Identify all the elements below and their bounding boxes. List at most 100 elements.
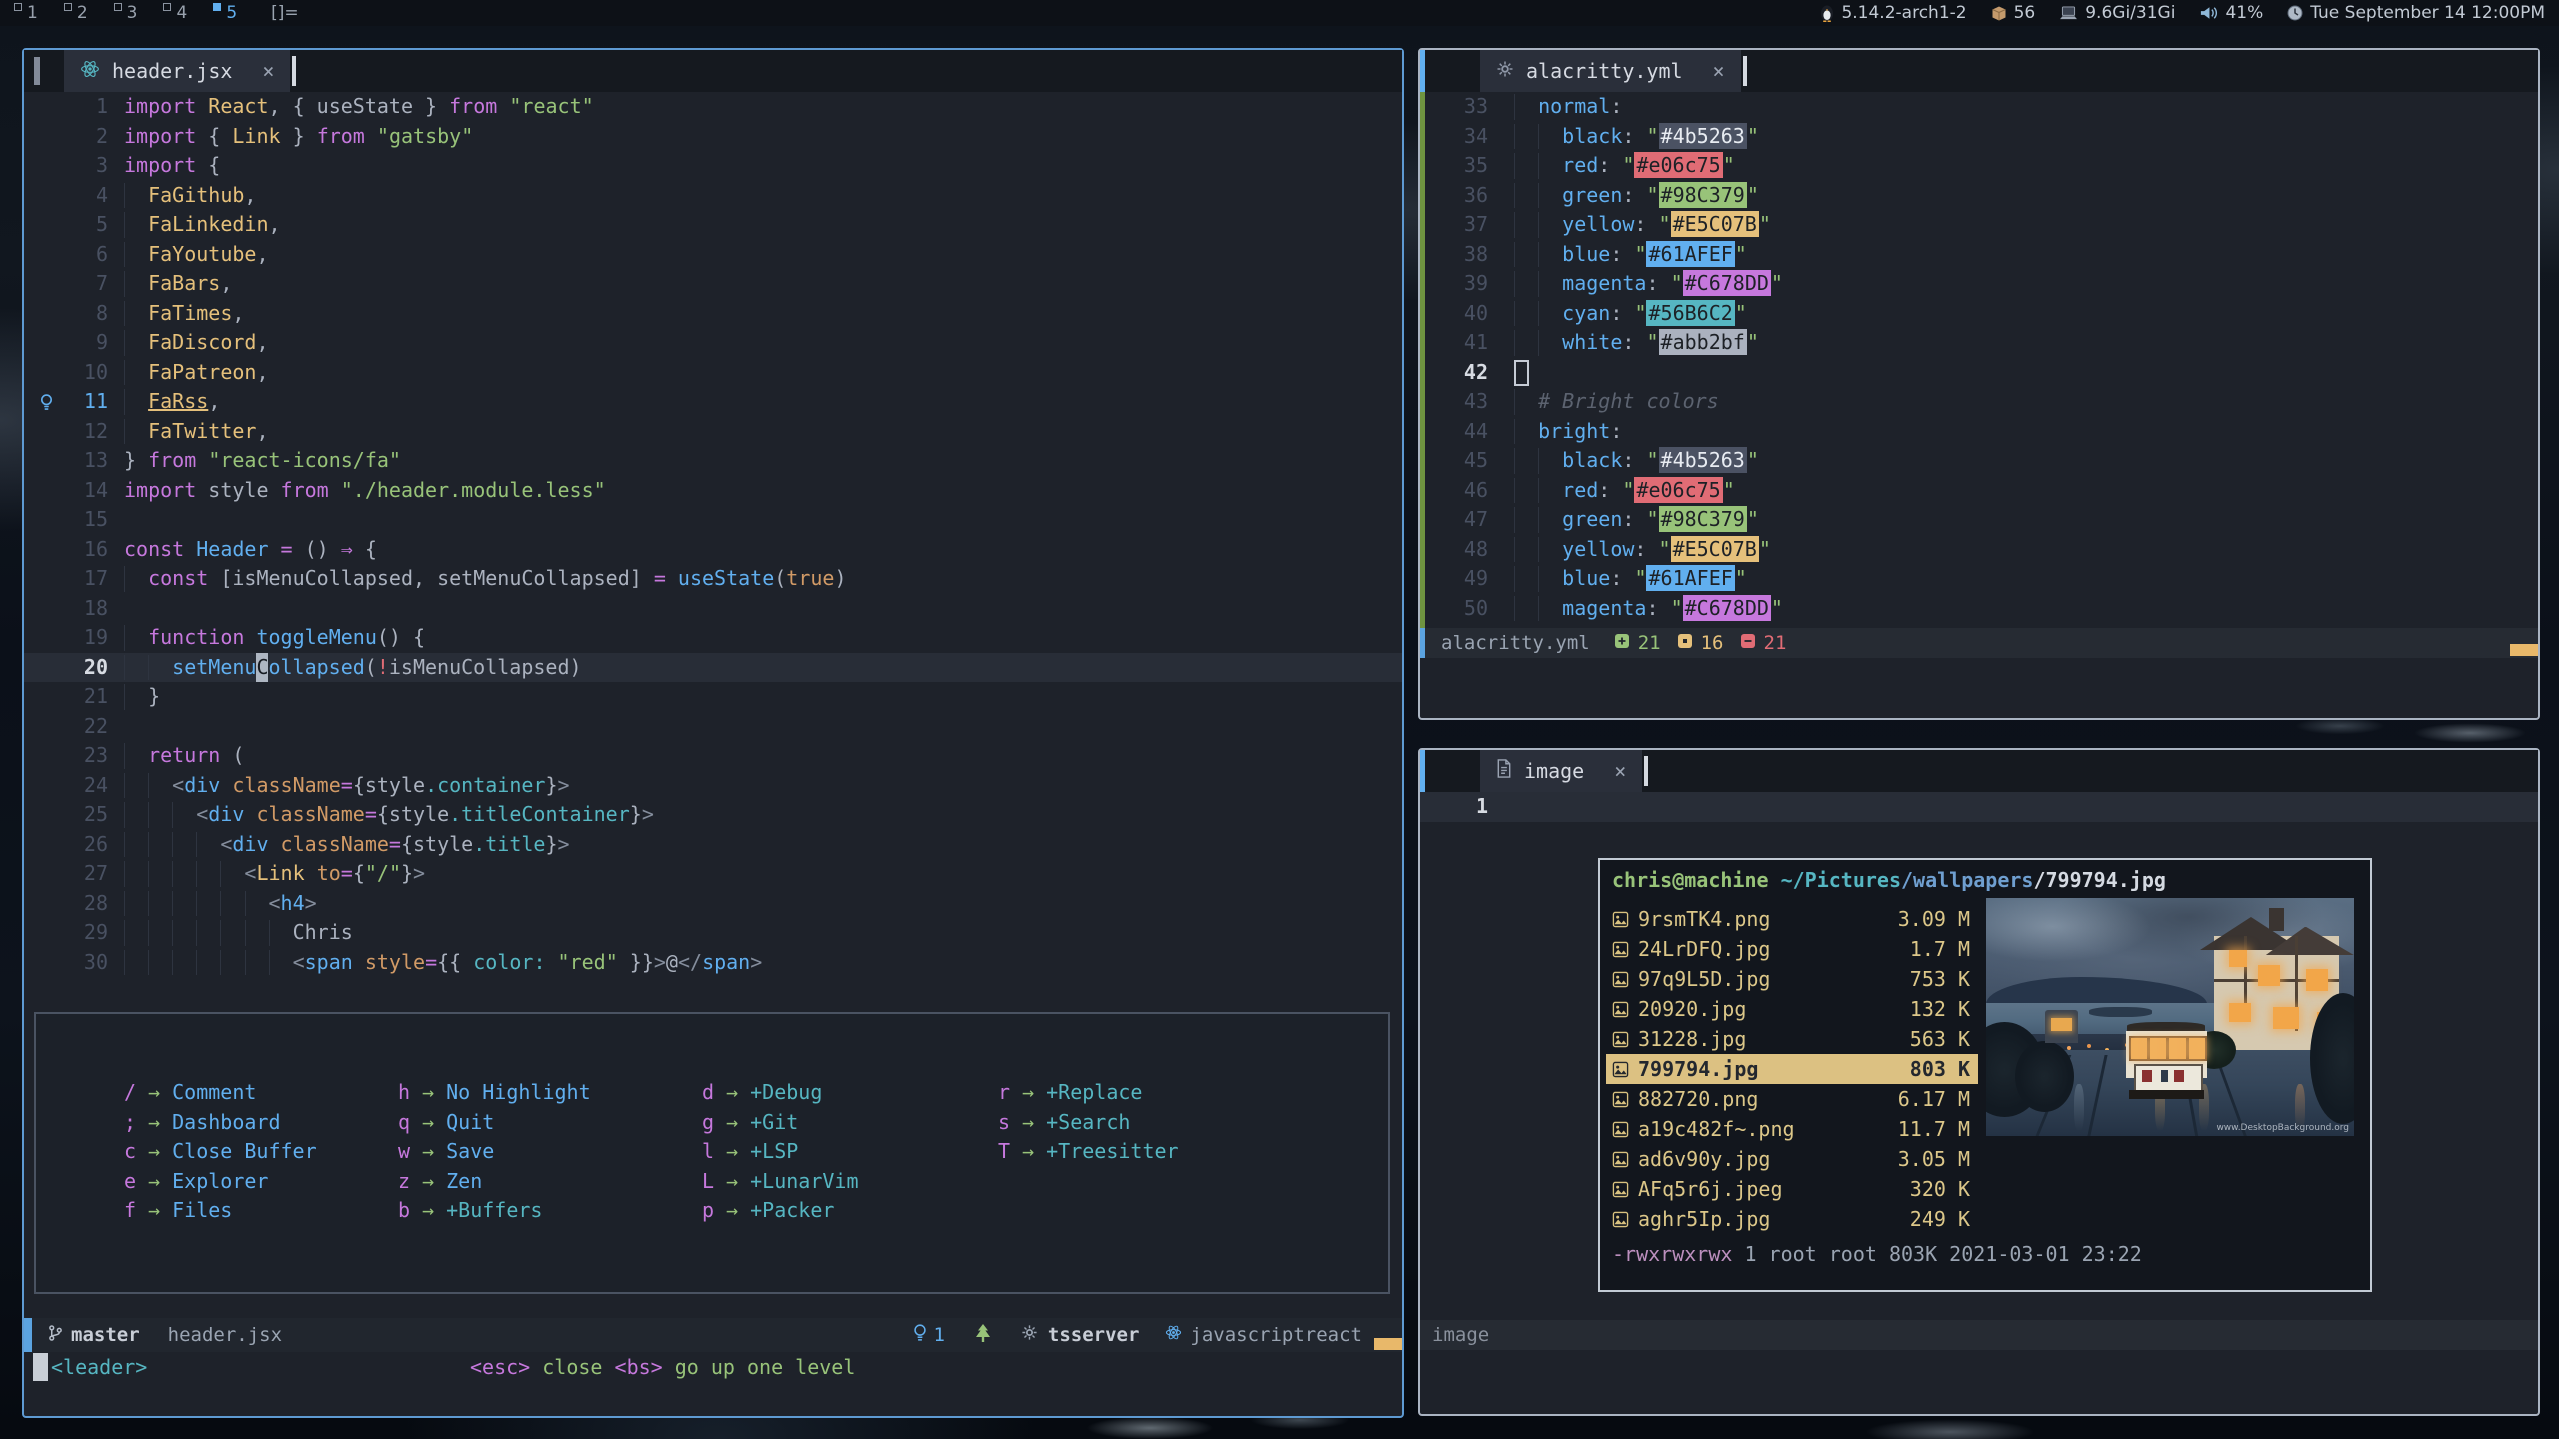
tab-image[interactable]: image × <box>1480 750 1642 792</box>
packages-module: 56 <box>1991 3 2036 23</box>
code-text: red: "#e06c75" <box>1488 476 2538 506</box>
whichkey-binding-g[interactable]: g → +Git <box>700 1108 859 1138</box>
file-name: a19c482f~.png <box>1638 1117 1898 1141</box>
file-row[interactable]: aghr5Ip.jpg249 K <box>1606 1204 1978 1234</box>
tab-headerjsx[interactable]: header.jsx × <box>64 50 290 92</box>
whichkey-binding-w[interactable]: w → Save <box>396 1137 591 1167</box>
whichkey-binding-d[interactable]: d → +Debug <box>700 1078 859 1108</box>
close-icon[interactable]: × <box>1713 59 1725 83</box>
scroll-progress <box>2510 644 2538 656</box>
whichkey-binding-q[interactable]: q → Quit <box>396 1108 591 1138</box>
close-icon[interactable]: × <box>262 59 274 83</box>
img-tabline: image × <box>1420 750 2538 792</box>
workspace-2[interactable]: 2 <box>64 3 88 23</box>
tab-alacritty[interactable]: alacritty.yml × <box>1480 50 1741 92</box>
code-line: 21 } <box>24 682 1402 712</box>
code-text: import { <box>108 151 1402 181</box>
whichkey-column: / → Comment; → Dashboardc → Close Buffer… <box>122 1078 317 1226</box>
whichkey-binding-e[interactable]: e → Explorer <box>122 1167 317 1197</box>
gear-icon <box>1496 59 1514 83</box>
code-line: 5 FaLinkedin, <box>24 210 1402 240</box>
file-row[interactable]: 24LrDFQ.jpg1.7 M <box>1606 934 1978 964</box>
code-text: return ( <box>108 741 1402 771</box>
workspace-4[interactable]: 4 <box>163 3 187 23</box>
code-line: 46 red: "#e06c75" <box>1420 476 2538 506</box>
file-name: 9rsmTK4.png <box>1638 907 1898 931</box>
lsp-server: tsserver <box>1048 1324 1140 1346</box>
code-text: Chris <box>108 918 1402 948</box>
whichkey-column: d → +Debugg → +Gitl → +LSPL → +LunarVimp… <box>700 1078 859 1226</box>
whichkey-binding-f[interactable]: f → Files <box>122 1196 317 1226</box>
whichkey-binding-s[interactable]: s → +Search <box>996 1108 1179 1138</box>
yml-statusline: alacritty.yml 21 16 21 <box>1420 628 2538 658</box>
preview-small-tram <box>2045 1010 2078 1043</box>
whichkey-binding-r[interactable]: r → +Replace <box>996 1078 1179 1108</box>
line-number: 22 <box>68 712 108 742</box>
workspace-list: 1 2 3 4 5 <box>0 3 237 23</box>
whichkey-binding-c[interactable]: c → Close Buffer <box>122 1137 317 1167</box>
whichkey-binding-l[interactable]: l → +LSP <box>700 1137 859 1167</box>
whichkey-binding-b[interactable]: b → +Buffers <box>396 1196 591 1226</box>
file-row[interactable]: 882720.png6.17 M <box>1606 1084 1978 1114</box>
file-row[interactable]: 799794.jpg803 K <box>1606 1054 1978 1084</box>
whichkey-binding-z[interactable]: z → Zen <box>396 1167 591 1197</box>
whichkey-binding-L[interactable]: L → +LunarVim <box>700 1167 859 1197</box>
file-name: 20920.jpg <box>1638 997 1910 1021</box>
whichkey-binding-h[interactable]: h → No Highlight <box>396 1078 591 1108</box>
workspace-1[interactable]: 1 <box>14 3 38 23</box>
code-line: 15 <box>24 505 1402 535</box>
file-row[interactable]: a19c482f~.png11.7 M <box>1606 1114 1978 1144</box>
file-row[interactable]: 9rsmTK4.png3.09 M <box>1606 904 1978 934</box>
path-home: ~/Pictures <box>1769 868 1901 892</box>
statusline-filename: image <box>1432 1324 1489 1346</box>
react-icon <box>80 59 100 84</box>
file-row[interactable]: ad6v90y.jpg3.05 M <box>1606 1144 1978 1174</box>
code-text: import React, { useState } from "react" <box>108 92 1402 122</box>
line-number: 21 <box>68 682 108 712</box>
code-line: 17 const [isMenuCollapsed, setMenuCollap… <box>24 564 1402 594</box>
code-area[interactable]: 1 <box>1420 792 2538 822</box>
whichkey-binding-T[interactable]: T → +Treesitter <box>996 1137 1179 1167</box>
code-line: 36 green: "#98C379" <box>1420 181 2538 211</box>
file-name: 97q9L5D.jpg <box>1638 967 1910 991</box>
code-text: import style from "./header.module.less" <box>108 476 1402 506</box>
line-number: 29 <box>68 918 108 948</box>
line-number: 3 <box>68 151 108 181</box>
code-area[interactable]: 33 normal:34 black: "#4b5263"35 red: "#e… <box>1420 92 2538 623</box>
sign-column <box>24 151 68 181</box>
file-row[interactable]: 97q9L5D.jpg753 K <box>1606 964 1978 994</box>
workspace-3[interactable]: 3 <box>114 3 138 23</box>
line-number: 30 <box>68 948 108 978</box>
sign-column <box>24 830 68 860</box>
code-line: 45 black: "#4b5263" <box>1420 446 2538 476</box>
code-area[interactable]: 1import React, { useState } from "react"… <box>24 92 1402 977</box>
color-swatch: #C678DD <box>1683 595 1771 621</box>
file-row[interactable]: 20920.jpg132 K <box>1606 994 1978 1024</box>
command-line[interactable]: <leader> <esc> close <bs> go up one leve… <box>24 1352 1402 1382</box>
whichkey-binding-p[interactable]: p → +Packer <box>700 1196 859 1226</box>
line-number: 43 <box>1440 387 1488 417</box>
file-name: 31228.jpg <box>1638 1027 1910 1051</box>
workspace-5[interactable]: 5 <box>213 3 237 23</box>
close-icon[interactable]: × <box>1614 759 1626 783</box>
layout-indicator[interactable]: []= <box>271 3 299 23</box>
code-line: 27 <Link to={"/"}> <box>24 859 1402 889</box>
line-number: 26 <box>68 830 108 860</box>
line-number: 1 <box>68 92 108 122</box>
code-line: 28 <h4> <box>24 889 1402 919</box>
code-text: <div className={style.title}> <box>108 830 1402 860</box>
code-text <box>108 594 1402 624</box>
up-hint-label: go up one level <box>675 1355 856 1379</box>
line-number: 1 <box>1440 792 1488 822</box>
code-line: 8 FaTimes, <box>24 299 1402 329</box>
file-name: 799794.jpg <box>1638 1057 1910 1081</box>
whichkey-binding-;[interactable]: ; → Dashboard <box>122 1108 317 1138</box>
code-line: 50 magenta: "#C678DD" <box>1420 594 2538 624</box>
whichkey-binding-/[interactable]: / → Comment <box>122 1078 317 1108</box>
file-row[interactable]: AFq5r6j.jpeg320 K <box>1606 1174 1978 1204</box>
file-row[interactable]: 31228.jpg563 K <box>1606 1024 1978 1054</box>
code-line: 23 return ( <box>24 741 1402 771</box>
whichkey-popup: / → Comment; → Dashboardc → Close Buffer… <box>34 1012 1390 1294</box>
line-number: 10 <box>68 358 108 388</box>
sign-column <box>24 358 68 388</box>
